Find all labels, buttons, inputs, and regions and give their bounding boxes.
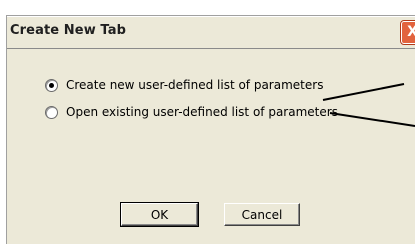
ok-button[interactable]: OK — [120, 202, 199, 227]
create-new-radio[interactable] — [45, 78, 58, 92]
cancel-button[interactable]: Cancel — [224, 203, 300, 226]
open-existing-label: Open existing user-defined list of param… — [66, 105, 338, 119]
dialog-title: Create New Tab — [10, 23, 127, 38]
create-new-tab-dialog: Create New Tab X — [6, 15, 415, 244]
create-new-label: Create new user-defined list of paramete… — [66, 78, 324, 92]
close-icon: X — [407, 24, 415, 40]
open-existing-list-option[interactable]: Open existing user-defined list of param… — [45, 105, 338, 119]
title-bar: Create New Tab X — [7, 16, 415, 49]
close-button[interactable]: X — [401, 21, 415, 44]
create-new-list-option[interactable]: Create new user-defined list of paramete… — [45, 78, 323, 92]
open-existing-radio[interactable] — [45, 105, 58, 119]
